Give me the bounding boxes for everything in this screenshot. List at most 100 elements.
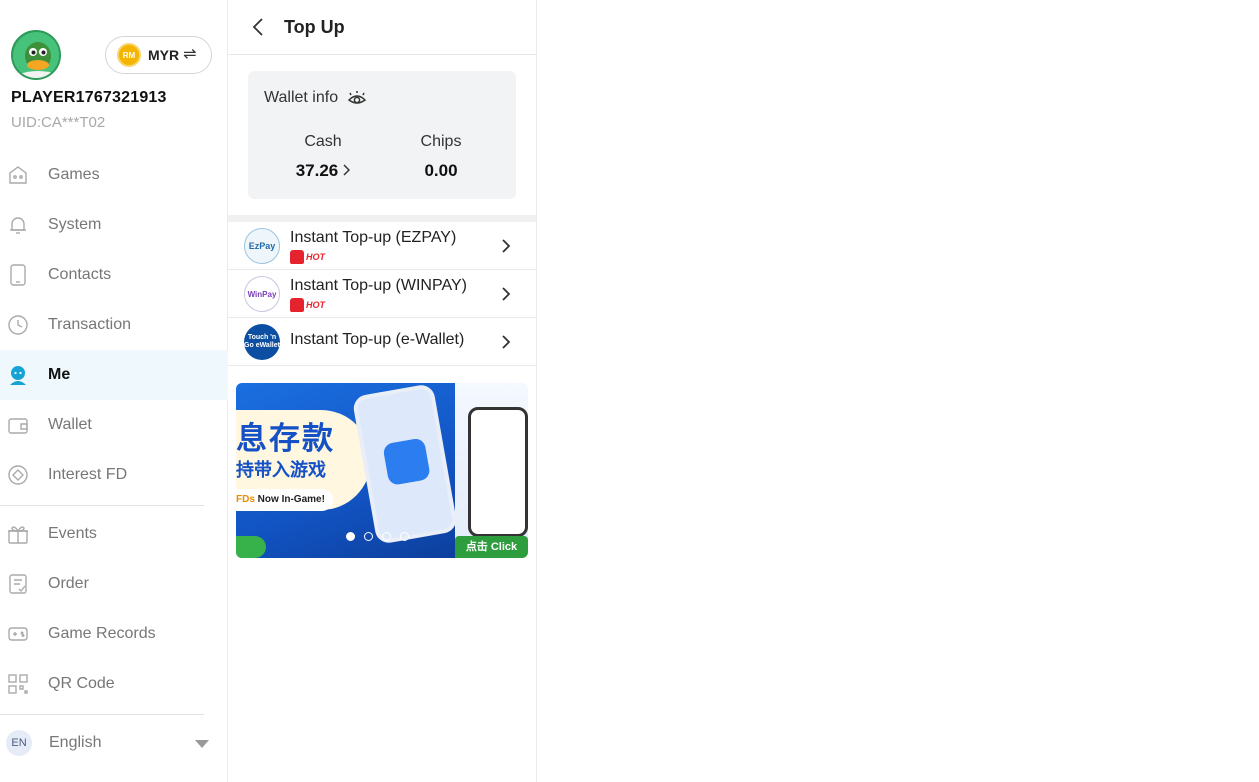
chips-balance: Chips 0.00 [386, 133, 496, 181]
qr-code-icon [6, 672, 30, 696]
chevron-right-icon [502, 335, 511, 349]
slide-subline: 持带入游戏 [236, 460, 326, 480]
sidebar-item-label: Events [48, 525, 97, 542]
sidebar-item-label: Games [48, 166, 100, 183]
sidebar-item-wallet[interactable]: Wallet [0, 400, 228, 450]
chevron-right-icon [342, 163, 351, 179]
wallet-info-title: Wallet info [264, 89, 339, 106]
duck-avatar-icon[interactable] [11, 30, 61, 80]
top-up-panel: Top Up Wallet info Cash 37.26 Chips 0.00… [228, 0, 537, 782]
sidebar-item-label: Transaction [48, 316, 131, 333]
slide-green-button [236, 536, 266, 558]
top-up-method-label: Instant Top-up (WINPAY) [290, 277, 467, 294]
top-up-method-ewallet[interactable]: Touch 'n Go eWallet Instant Top-up (e-Wa… [228, 318, 536, 366]
language-select[interactable]: EN English [0, 718, 228, 768]
wallet-info-card: Wallet info Cash 37.26 Chips 0.00 [248, 71, 516, 199]
sidebar-item-me[interactable]: Me [0, 350, 228, 400]
top-up-method-list: EzPay Instant Top-up (EZPAY) HOT WinPay … [228, 222, 536, 366]
chips-value: 0.00 [424, 161, 458, 180]
sidebar-item-system[interactable]: System [0, 200, 228, 250]
cash-label: Cash [304, 133, 342, 150]
hot-badge: HOT [290, 297, 325, 313]
language-label: English [49, 734, 102, 751]
carousel-dot[interactable] [382, 532, 391, 541]
sidebar-divider [0, 505, 204, 506]
sidebar-item-contacts[interactable]: Contacts [0, 250, 228, 300]
chevron-right-icon [502, 287, 511, 301]
eye-icon[interactable] [347, 89, 367, 109]
top-up-method-ezpay[interactable]: EzPay Instant Top-up (EZPAY) HOT [228, 222, 536, 270]
cash-value: 37.26 [295, 161, 339, 180]
section-separator [228, 215, 536, 222]
hot-badge: HOT [290, 249, 325, 265]
swap-icon: ⇌ [183, 46, 197, 63]
phone-illustration-icon [351, 383, 459, 545]
carousel-dots [346, 532, 409, 541]
page-title: Top Up [284, 16, 345, 37]
sidebar-item-events[interactable]: Events [0, 509, 228, 559]
carousel-dot[interactable] [400, 532, 409, 541]
top-up-method-label: Instant Top-up (e-Wallet) [290, 331, 465, 348]
sidebar-item-interest-fd[interactable]: Interest FD [0, 450, 228, 500]
sidebar-item-label: Order [48, 575, 89, 592]
sidebar-item-games[interactable]: Games [0, 150, 228, 200]
panel-header: Top Up [228, 0, 536, 55]
carousel-dot[interactable] [364, 532, 373, 541]
cash-value-row: 37.26 [296, 161, 351, 181]
top-up-method-winpay[interactable]: WinPay Instant Top-up (WINPAY) HOT [228, 270, 536, 318]
top-up-method-label: Instant Top-up (EZPAY) [290, 229, 457, 246]
thumbs-up-icon [290, 250, 304, 264]
back-icon[interactable] [246, 15, 270, 39]
controller-icon [6, 622, 30, 646]
ezpay-logo-icon: EzPay [244, 228, 280, 264]
user-icon [6, 363, 30, 387]
gift-icon [6, 522, 30, 546]
sidebar-item-transaction[interactable]: Transaction [0, 300, 228, 350]
rm-coin-icon: RM [117, 43, 141, 67]
sidebar-item-label: Wallet [48, 416, 92, 433]
sidebar-item-label: Contacts [48, 266, 112, 283]
sidebar-nav: Games System Contacts Transaction Me Wal… [0, 150, 228, 500]
sidebar-item-label: Game Records [48, 625, 156, 642]
sidebar-item-label: QR Code [48, 675, 115, 692]
hot-text: HOT [306, 252, 325, 262]
thumbs-up-icon [290, 298, 304, 312]
app-icon [382, 437, 431, 487]
chevron-right-icon [502, 239, 511, 253]
sidebar: RM MYR ⇌ PLAYER1767321913 UID:CA***T02 G… [0, 0, 228, 782]
phone-icon [6, 263, 30, 287]
wallet-icon [6, 413, 30, 437]
sidebar-item-game-records[interactable]: Game Records [0, 609, 228, 659]
slide-tagline-text: Now In-Game! [254, 494, 325, 505]
sidebar-item-order[interactable]: Order [0, 559, 228, 609]
player-name: PLAYER1767321913 [11, 89, 167, 106]
sidebar-divider [0, 714, 204, 715]
slide-click-button[interactable]: 点击 Click [455, 536, 528, 558]
promo-banner-carousel[interactable]: 息存款 持带入游戏 FDs Now In-Game! 点击 Click [236, 383, 528, 558]
sidebar-item-label: Interest FD [48, 466, 128, 483]
sidebar-nav-secondary: Events Order Game Records QR Code [0, 509, 228, 709]
cash-balance[interactable]: Cash 37.26 [268, 133, 378, 181]
slide-tagline-accent: FDs [236, 494, 255, 505]
language-badge: EN [6, 730, 32, 756]
chevron-down-icon [195, 740, 209, 748]
slide-tagline: FDs Now In-Game! [236, 489, 333, 511]
diamond-icon [6, 463, 30, 487]
clock-icon [6, 313, 30, 337]
carousel-dot[interactable] [346, 532, 355, 541]
currency-switch-button[interactable]: RM MYR ⇌ [105, 36, 212, 74]
order-icon [6, 572, 30, 596]
sidebar-item-label: System [48, 216, 102, 233]
hot-text: HOT [306, 300, 325, 310]
slide-headline: 息存款 [236, 421, 335, 456]
gamepad-icon [6, 163, 30, 187]
currency-label: MYR [148, 47, 180, 63]
sidebar-item-qr-code[interactable]: QR Code [0, 659, 228, 709]
bell-icon [6, 213, 30, 237]
winpay-logo-icon: WinPay [244, 276, 280, 312]
promo-slide-next[interactable]: 点击 Click [455, 383, 528, 558]
chips-label: Chips [420, 133, 462, 150]
player-uid: UID:CA***T02 [11, 114, 106, 131]
phone-illustration-icon [468, 407, 528, 537]
sidebar-item-label: Me [48, 366, 71, 383]
